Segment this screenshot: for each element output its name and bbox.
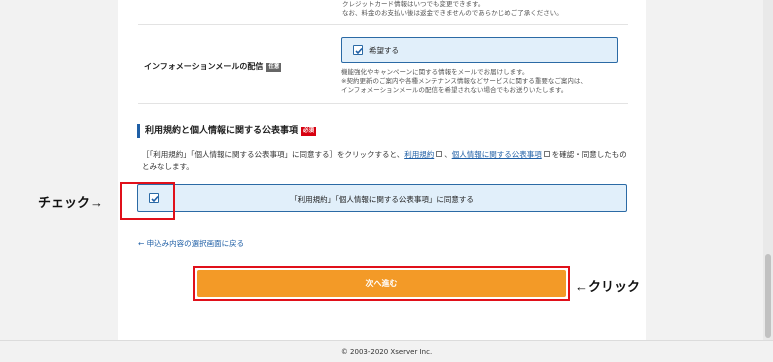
terms-separator: 、: [444, 150, 452, 159]
scrollbar-thumb[interactable]: [765, 254, 771, 338]
payment-note-line2: なお、料金のお支払い後は返金できませんのであらかじめご了承ください。: [342, 9, 563, 17]
check-annotation: チェック→: [38, 195, 104, 210]
required-badge: 必須: [301, 127, 317, 136]
next-button[interactable]: 次へ進む: [197, 270, 566, 297]
info-mail-label: インフォメーションメールの配信 任意: [144, 61, 282, 72]
scrollbar[interactable]: [763, 0, 773, 340]
info-mail-option[interactable]: 希望する: [341, 37, 618, 63]
external-link-icon: [543, 151, 550, 157]
info-mail-checkbox-label: 希望する: [369, 46, 399, 55]
payment-note-line1: クレジットカード情報はいつでも変更できます。: [342, 0, 485, 8]
optional-badge: 任意: [266, 63, 282, 72]
terms-text-before: ［「利用規約」「個人情報に関する公表事項」に同意する］をクリックすると、: [142, 150, 405, 159]
terms-agree-label: 「利用規約」「個人情報に関する公表事項」に同意する: [290, 195, 474, 204]
terms-section-title: 利用規約と個人情報に関する公表事項 必須: [137, 124, 317, 138]
payment-note: クレジットカード情報はいつでも変更できます。 なお、料金のお支払い後は返金できま…: [342, 0, 622, 18]
privacy-disclosure-link[interactable]: 個人情報に関する公表事項: [452, 150, 542, 159]
terms-title-text: 利用規約と個人情報に関する公表事項: [145, 126, 299, 136]
back-to-selection-link[interactable]: ← 申込み内容の選択画面に戻る: [138, 238, 244, 249]
info-mail-note-line3: インフォメーションメールの配信を希望されない場合でもお送りいたします。: [341, 86, 568, 94]
info-mail-label-text: インフォメーションメールの配信: [144, 62, 264, 71]
terms-of-service-link[interactable]: 利用規約: [404, 150, 434, 159]
footer-copyright: © 2003-2020 Xserver Inc.: [0, 340, 773, 362]
info-mail-checkbox[interactable]: [353, 45, 363, 55]
external-link-icon: [436, 151, 443, 157]
divider: [138, 103, 628, 104]
checkmark-icon: [355, 47, 363, 55]
info-mail-note-line1: 機能強化やキャンペーンに関する情報をメールでお届けします。: [341, 68, 529, 76]
page: クレジットカード情報はいつでも変更できます。 なお、料金のお支払い後は返金できま…: [0, 0, 773, 362]
info-mail-note-line2: ※契約更新のご案内や各種メンテナンス情報などサービスに関する重要なご案内は、: [341, 77, 587, 85]
info-mail-note: 機能強化やキャンペーンに関する情報をメールでお届けします。 ※契約更新のご案内や…: [341, 68, 631, 95]
checkbox-highlight-frame: [120, 182, 175, 220]
terms-agree-option[interactable]: 「利用規約」「個人情報に関する公表事項」に同意する: [137, 184, 627, 212]
click-annotation: ←クリック: [575, 279, 641, 294]
divider: [138, 24, 628, 25]
terms-description: ［「利用規約」「個人情報に関する公表事項」に同意する］をクリックすると、利用規約…: [142, 149, 632, 173]
